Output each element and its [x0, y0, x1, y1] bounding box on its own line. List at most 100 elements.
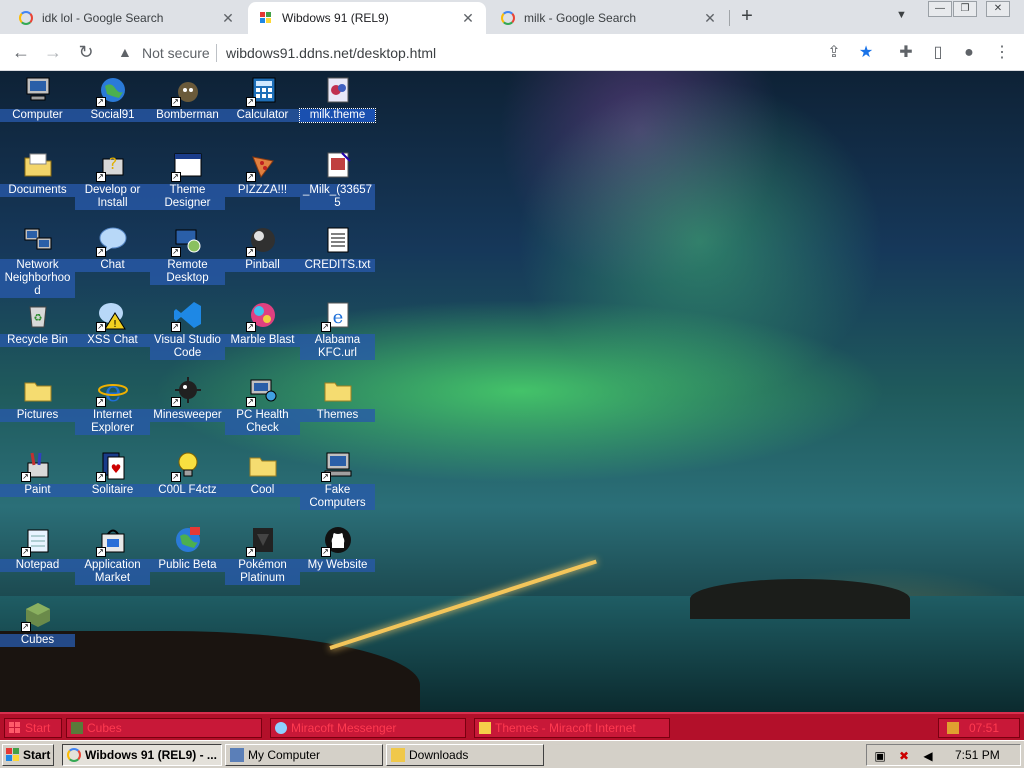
profile-avatar-icon[interactable]: ●	[959, 43, 979, 63]
marble-icon: ↗	[245, 298, 280, 332]
desktop-icon[interactable]: Cool	[225, 448, 300, 497]
desktop-icon[interactable]: ↗ PC Health Check	[225, 373, 300, 435]
desktop-icon[interactable]: ↗ Cubes	[0, 598, 75, 647]
desktop-icon[interactable]: ↗ Remote Desktop	[150, 223, 225, 285]
network-icon[interactable]: ▣	[873, 749, 887, 763]
back-icon[interactable]: ←	[10, 42, 32, 64]
start-label: Start	[23, 748, 51, 762]
share-icon[interactable]: ⇪	[824, 43, 844, 63]
close-icon[interactable]: ✕	[220, 10, 236, 27]
menu-dots-icon[interactable]: ⋮	[992, 43, 1012, 63]
security-status[interactable]: Not secure	[142, 45, 210, 61]
desktop-icon[interactable]: CREDITS.txt	[300, 223, 375, 272]
desktop-icon-label: Visual Studio Code	[150, 334, 225, 360]
desktop-icon[interactable]: _Milk_(336575	[300, 148, 375, 210]
minimize-icon[interactable]: —	[928, 1, 952, 17]
win91-task-cubes[interactable]: Cubes	[66, 718, 262, 738]
desktop-icon-label: XSS Chat	[75, 334, 150, 347]
win91-tray[interactable]: 07:51	[938, 718, 1020, 738]
folder-icon	[479, 722, 491, 734]
desktop-icon-label: Notepad	[0, 559, 75, 572]
desktop-icon[interactable]: Themes	[300, 373, 375, 422]
clock[interactable]: 7:51 PM	[955, 748, 1000, 762]
desktop-icon[interactable]: ↗ Paint	[0, 448, 75, 497]
wibdows-desktop[interactable]: Computer ↗ Social91 ↗ Bomberman ↗ Calculator mi…	[0, 71, 1024, 712]
desktop-icon[interactable]: ? ↗ Develop or Install	[75, 148, 150, 210]
desktop-icon[interactable]: ♻ Recycle Bin	[0, 298, 75, 347]
win91-start-button[interactable]: Start	[4, 718, 62, 738]
desktop-icon[interactable]: ↗ Marble Blast	[225, 298, 300, 347]
win91-task-messenger[interactable]: Miracoft Messenger	[270, 718, 466, 738]
forward-icon[interactable]: →	[42, 42, 64, 64]
desktop-icon-label: Cubes	[0, 634, 75, 647]
desktop-icon[interactable]: ! ↗ XSS Chat	[75, 298, 150, 347]
bomber-icon: ↗	[170, 73, 205, 107]
shortcut-arrow-icon: ↗	[245, 322, 256, 332]
desktop-icon[interactable]: ↗ Fake Computers	[300, 448, 375, 510]
desktop-icon[interactable]: ↗ Pokémon Platinum	[225, 523, 300, 585]
desktop-icon[interactable]: milk.theme	[299, 73, 376, 123]
shortcut-arrow-icon: ↗	[95, 247, 106, 257]
desktop-icon[interactable]: ↗ PIZZZA!!!	[225, 148, 300, 197]
pizza-icon: ↗	[245, 148, 280, 182]
desktop-icon[interactable]: ♥ ↗ Solitaire	[75, 448, 150, 497]
desktop-icon[interactable]: Public Beta	[150, 523, 225, 572]
desktop-icon[interactable]: Pictures	[0, 373, 75, 422]
task-label: Miracoft Messenger	[291, 721, 397, 735]
folder-icon	[321, 373, 355, 407]
close-icon[interactable]: ✕	[702, 10, 718, 27]
desktop-icon[interactable]: ↗ Theme Designer	[150, 148, 225, 210]
taskbar-button-downloads[interactable]: Downloads	[386, 744, 544, 766]
fake-computer-icon: ↗	[320, 448, 355, 482]
vscode-icon: ↗	[170, 298, 205, 332]
desktop-icon[interactable]: ↗ Notepad	[0, 523, 75, 572]
side-panel-icon[interactable]: ▯	[928, 43, 948, 63]
volume-icon[interactable]: ◀	[921, 749, 935, 763]
desktop-icon-label: My Website	[300, 559, 375, 572]
taskbar-label: Wibdows 91 (REL9) - ...	[85, 748, 217, 762]
tab-wibdows-91[interactable]: Wibdows 91 (REL9) ✕	[248, 2, 486, 34]
desktop-icon[interactable]: Computer	[0, 73, 75, 122]
desktop-icon[interactable]: ↗ Calculator	[225, 73, 300, 122]
help-install-icon: ? ↗	[95, 148, 130, 182]
start-button[interactable]: Start	[2, 744, 54, 766]
new-tab-button[interactable]: +	[737, 6, 757, 27]
win91-task-themes[interactable]: Themes - Miracoft Internet	[474, 718, 670, 738]
google-g-icon	[18, 10, 34, 26]
bookmark-star-icon[interactable]: ★	[856, 43, 876, 63]
extensions-icon[interactable]: ✚	[896, 43, 916, 63]
desktop-icon[interactable]: ↗ Social91	[75, 73, 150, 122]
taskbar-button-my-computer[interactable]: My Computer	[225, 744, 383, 766]
desktop-icon[interactable]: ↗ Visual Studio Code	[150, 298, 225, 360]
desktop-icon[interactable]: ↗ My Website	[300, 523, 375, 572]
close-icon[interactable]: ✕	[460, 10, 476, 27]
restore-icon[interactable]: ❐	[953, 1, 977, 17]
close-window-icon[interactable]: ✕	[986, 1, 1010, 17]
svg-text:e: e	[104, 375, 121, 406]
desktop-icon[interactable]: Network Neighborhood	[0, 223, 75, 298]
shortcut-arrow-icon: ↗	[95, 397, 106, 407]
url-text[interactable]: wibdows91.ddns.net/desktop.html	[226, 45, 436, 61]
shortcut-arrow-icon: ↗	[170, 472, 181, 482]
google-g-icon	[500, 10, 516, 26]
desktop-icon[interactable]: e ↗ Alabama KFC.url	[300, 298, 375, 360]
taskbar-button-wibdows[interactable]: Wibdows 91 (REL9) - ...	[62, 744, 222, 766]
warning-icon[interactable]: ▲	[118, 44, 132, 60]
desktop-icon[interactable]: ↗ Bomberman	[150, 73, 225, 122]
tab-milk[interactable]: milk - Google Search ✕	[490, 2, 728, 34]
desktop-icon-label: Computer	[0, 109, 75, 122]
desktop-icon[interactable]: ↗ Minesweeper	[150, 373, 225, 422]
desktop-icon[interactable]: e ↗ Internet Explorer	[75, 373, 150, 435]
desktop-icon-label: Remote Desktop	[150, 259, 225, 285]
desktop-icon[interactable]: ↗ Chat	[75, 223, 150, 272]
computer-icon	[21, 73, 55, 107]
security-alert-icon[interactable]: ✖	[897, 749, 911, 763]
chevron-down-icon[interactable]: ▼	[896, 9, 907, 21]
tab-idk-lol[interactable]: idk lol - Google Search ✕	[8, 2, 246, 34]
reload-icon[interactable]: ↻	[75, 42, 97, 64]
desktop-icon[interactable]: ↗ C00L F4ctz	[150, 448, 225, 497]
tab-title: milk - Google Search	[524, 11, 637, 25]
desktop-icon[interactable]: ↗ Pinball	[225, 223, 300, 272]
desktop-icon[interactable]: Documents	[0, 148, 75, 197]
desktop-icon[interactable]: ↗ Application Market	[75, 523, 150, 585]
